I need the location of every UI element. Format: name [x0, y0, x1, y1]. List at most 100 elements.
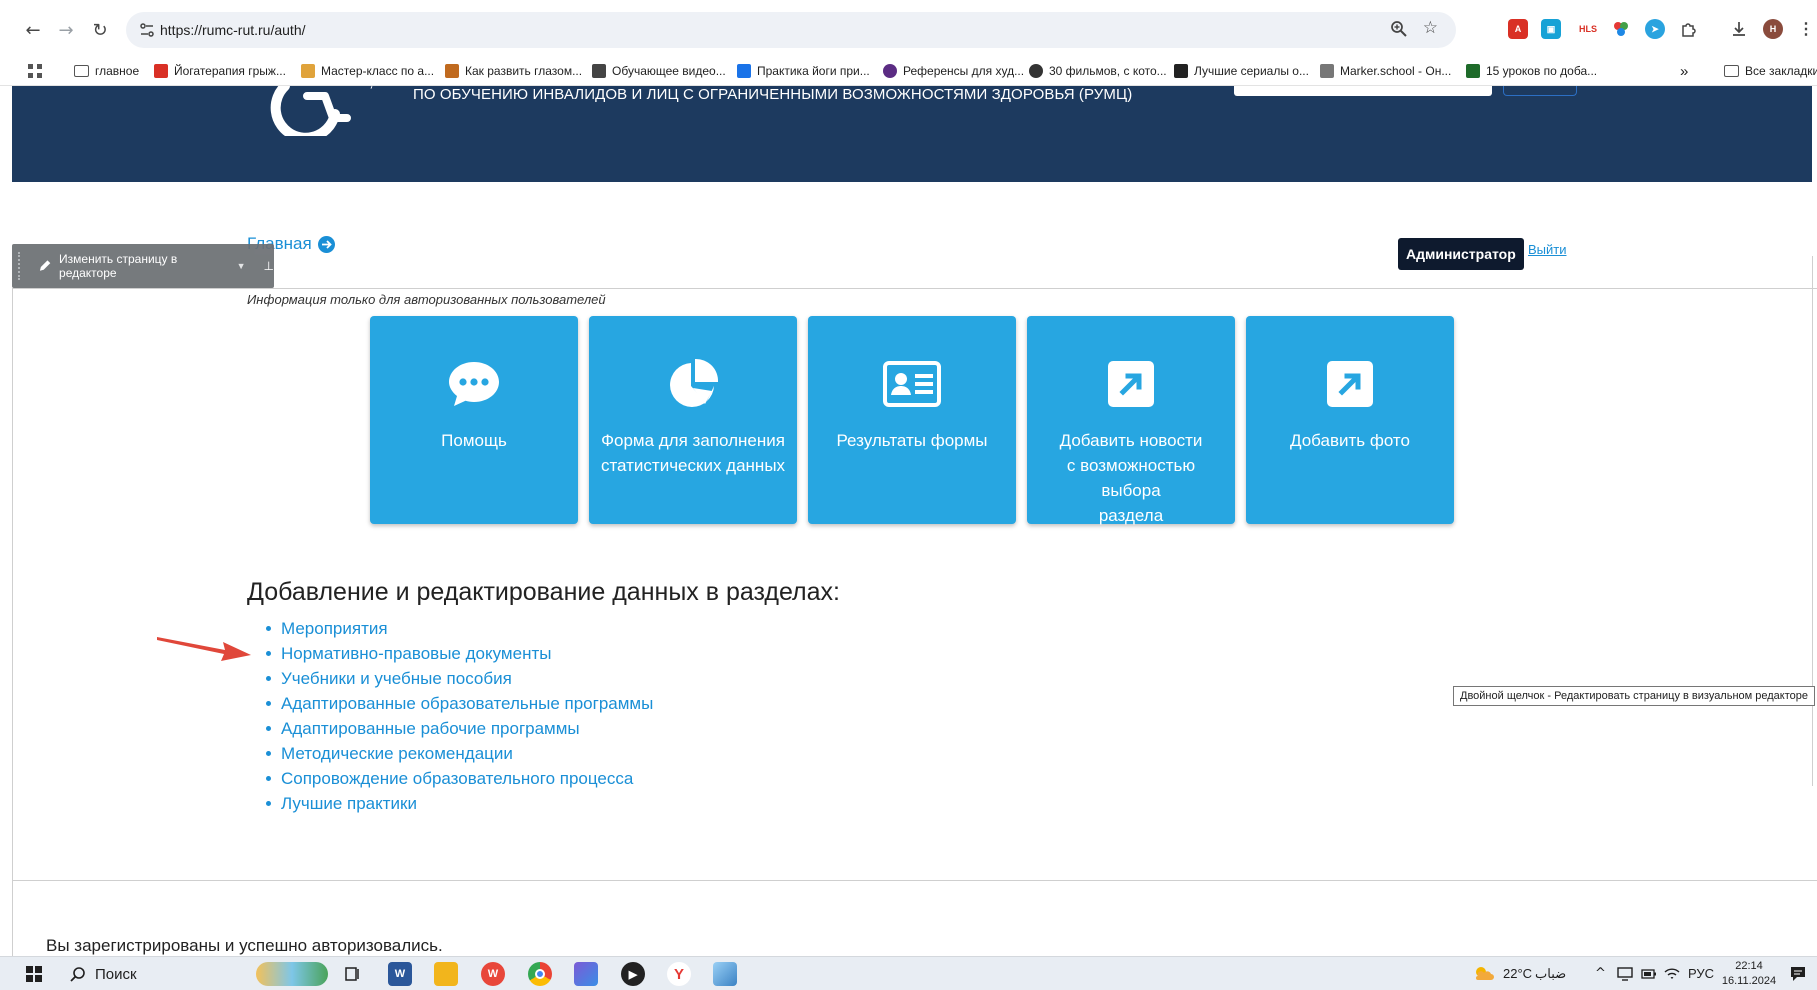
weather-icon[interactable]: [1472, 962, 1496, 986]
bookmark-label: Обучающее видео...: [612, 64, 726, 78]
section-link-methodical-recommendations[interactable]: Методические рекомендации: [263, 741, 653, 766]
site-info-icon[interactable]: [138, 21, 156, 39]
wps-app-icon[interactable]: W: [481, 962, 505, 986]
arrow-right-circle-icon[interactable]: [317, 235, 335, 253]
weather-temperature[interactable]: 22°C: [1503, 966, 1532, 981]
tile-statistics-form[interactable]: Форма для заполнения статистических данн…: [589, 316, 797, 524]
bookmark-item[interactable]: 15 уроков по доба...: [1466, 62, 1597, 80]
browser-menu-icon[interactable]: ⋮: [1796, 19, 1816, 39]
bookmark-item[interactable]: Референсы для худ...: [883, 62, 1024, 80]
site-header: ц ПО ОБУЧЕНИЮ ИНВАЛИДОВ И ЛИЦ С ОГРАНИЧЕ…: [12, 86, 1812, 182]
section-link-best-practices[interactable]: Лучшие практики: [263, 791, 653, 816]
header-search-input[interactable]: [1234, 86, 1492, 96]
puzzle-color-extension-icon[interactable]: [1611, 19, 1631, 39]
address-bar[interactable]: https://rumc-rut.ru/auth/ ☆: [126, 12, 1456, 48]
taskbar-search-label[interactable]: Поиск: [95, 966, 137, 983]
section-link-legal-documents[interactable]: Нормативно-правовые документы: [263, 641, 653, 666]
section-link-textbooks[interactable]: Учебники и учебные пособия: [263, 666, 653, 691]
tile-help[interactable]: Помощь: [370, 316, 578, 524]
bookmark-folder-main[interactable]: главное: [74, 62, 139, 80]
system-clock[interactable]: 22:14 16.11.2024: [1720, 959, 1778, 989]
section-link-events[interactable]: Мероприятия: [263, 616, 653, 641]
svg-text:ц: ц: [367, 86, 373, 89]
external-link-icon: [1246, 356, 1454, 412]
bookmark-item[interactable]: Обучающее видео...: [592, 62, 726, 80]
media-player-icon[interactable]: ▶: [621, 962, 645, 986]
hls-extension-icon[interactable]: HLS: [1575, 19, 1601, 39]
bookmark-label: Лучшие сериалы о...: [1194, 64, 1309, 78]
apps-grid-icon[interactable]: [28, 62, 42, 80]
wifi-icon[interactable]: [1660, 962, 1684, 986]
telegram-extension-icon[interactable]: ➤: [1645, 19, 1665, 39]
task-view-icon[interactable]: [341, 962, 365, 986]
admin-badge[interactable]: Администратор: [1398, 238, 1524, 270]
auth-success-message: Вы зарегистрированы и успешно авторизова…: [46, 936, 443, 955]
logout-link[interactable]: Выйти: [1528, 242, 1567, 257]
yandex-browser-icon[interactable]: Y: [667, 962, 691, 986]
content-divider: [12, 288, 1817, 289]
keyboard-language[interactable]: РУС: [1688, 966, 1714, 981]
windows-start-icon[interactable]: [22, 962, 46, 986]
header-search-button[interactable]: [1503, 86, 1577, 96]
reload-icon[interactable]: ↻: [87, 17, 113, 43]
file-explorer-icon[interactable]: [434, 962, 458, 986]
weather-description[interactable]: ضباب: [1535, 966, 1566, 982]
favicon-icon: [1320, 64, 1334, 78]
auth-only-note: Информация только для авторизованных пол…: [247, 292, 606, 307]
bookmark-item[interactable]: 30 фильмов, с кото...: [1029, 62, 1167, 80]
wheelchair-logo-icon[interactable]: ц: [267, 86, 387, 136]
dropdown-caret-icon[interactable]: ▼: [237, 261, 246, 271]
tile-form-results[interactable]: Результаты формы: [808, 316, 1016, 524]
bookmark-item[interactable]: Практика йоги при...: [737, 62, 870, 80]
bookmark-item[interactable]: Marker.school - Он...: [1320, 62, 1451, 80]
red-pointer-arrow-icon: [157, 637, 251, 661]
all-bookmarks-folder[interactable]: Все закладки: [1724, 62, 1817, 80]
bookmark-item[interactable]: Лучшие сериалы о...: [1174, 62, 1309, 80]
notifications-icon[interactable]: [1786, 962, 1810, 986]
back-icon[interactable]: ←: [20, 17, 46, 43]
tray-network-adapter-icon[interactable]: [1613, 962, 1637, 986]
pin-icon[interactable]: ⊥: [264, 259, 274, 273]
browser-toolbar: ← → ↻ https://rumc-rut.ru/auth/ ☆ A ▣ HL…: [0, 0, 1817, 56]
bookmark-label: 15 уроков по доба...: [1486, 64, 1598, 78]
tile-label-line: Форма для заполнения: [601, 431, 785, 450]
bookmark-label: 30 фильмов, с кото...: [1049, 64, 1167, 78]
section-link-adapted-educational-programs[interactable]: Адаптированные образовательные программы: [263, 691, 653, 716]
profile-avatar[interactable]: Н: [1763, 19, 1783, 39]
bookmark-item[interactable]: Йогатерапия грыж...: [154, 62, 286, 80]
zoom-icon[interactable]: [1390, 20, 1408, 38]
pencil-icon: [39, 260, 51, 271]
edit-page-button[interactable]: Изменить страницу в редакторе: [59, 252, 229, 280]
folder-icon: [1724, 65, 1739, 77]
edit-page-toolbar[interactable]: Изменить страницу в редакторе ▼ ⊥: [12, 244, 274, 288]
bookmark-item[interactable]: Мастер-класс по а...: [301, 62, 434, 80]
content-divider: [12, 880, 1817, 881]
word-app-icon[interactable]: W: [388, 962, 412, 986]
chrome-app-icon[interactable]: [528, 962, 552, 986]
photos-app-icon[interactable]: [574, 962, 598, 986]
favicon-icon: [1466, 64, 1480, 78]
bookmark-item[interactable]: Как развить глазом...: [445, 62, 582, 80]
bookmark-star-icon[interactable]: ☆: [1423, 18, 1438, 38]
forward-icon[interactable]: →: [53, 17, 79, 43]
tile-add-photo[interactable]: Добавить фото: [1246, 316, 1454, 524]
tray-chevron-up-icon[interactable]: ^: [1595, 966, 1606, 981]
url-text[interactable]: https://rumc-rut.ru/auth/: [160, 22, 306, 38]
download-icon[interactable]: [1729, 19, 1749, 39]
section-link-adapted-work-programs[interactable]: Адаптированные рабочие программы: [263, 716, 653, 741]
drag-handle-icon[interactable]: [18, 252, 24, 280]
screen-extension-icon[interactable]: ▣: [1541, 19, 1561, 39]
bookmark-label: главное: [95, 64, 140, 78]
notes-app-icon[interactable]: [713, 962, 737, 986]
adblock-extension-icon[interactable]: A: [1508, 19, 1528, 39]
favicon-icon: [1174, 64, 1188, 78]
favicon-icon: [301, 64, 315, 78]
section-link-educational-support[interactable]: Сопровождение образовательного процесса: [263, 766, 653, 791]
folder-icon: [74, 65, 89, 77]
more-bookmarks-button[interactable]: »: [1680, 62, 1688, 80]
search-highlight-image[interactable]: [256, 962, 328, 986]
extensions-puzzle-icon[interactable]: [1679, 19, 1699, 39]
tile-add-news[interactable]: Добавить новости с возможностью выбора р…: [1027, 316, 1235, 525]
battery-icon[interactable]: [1637, 962, 1661, 986]
taskbar-search-icon[interactable]: [66, 962, 90, 986]
